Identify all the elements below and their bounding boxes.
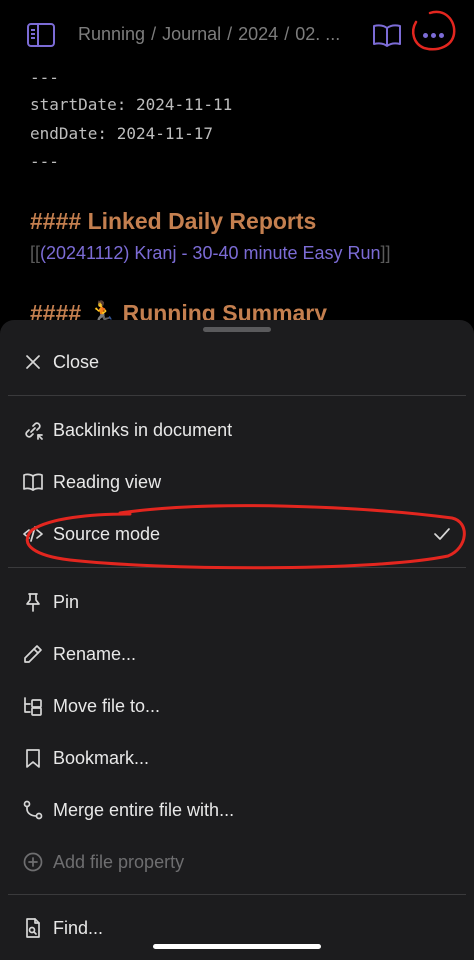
link-brackets: ]] — [380, 243, 391, 263]
menu-item-rename[interactable]: Rename... — [0, 628, 474, 680]
menu-item-reading-view[interactable]: Reading view — [0, 456, 474, 508]
folder-tree-icon — [24, 697, 42, 716]
menu-item-add-property[interactable]: Add file property — [0, 836, 474, 888]
menu-label: Move file to... — [53, 695, 161, 716]
more-horizontal-icon[interactable] — [418, 20, 448, 50]
breadcrumb-item[interactable]: 02. ... — [295, 24, 340, 44]
menu-label: Pin — [53, 591, 80, 612]
close-button[interactable]: Close — [0, 336, 474, 388]
menu-divider — [8, 567, 466, 568]
book-open-icon — [23, 473, 43, 491]
menu-item-bookmark[interactable]: Bookmark... — [0, 732, 474, 784]
close-icon — [26, 355, 40, 369]
git-merge-icon — [23, 800, 43, 820]
menu-item-backlinks[interactable]: Backlinks in document — [0, 404, 474, 456]
frontmatter-delimiter: --- — [30, 68, 59, 87]
menu-label: Reading view — [53, 471, 162, 492]
pencil-icon — [24, 645, 42, 663]
backlinks-icon — [25, 422, 43, 440]
frontmatter-start-date: startDate: 2024-11-11 — [30, 95, 233, 114]
breadcrumb[interactable]: Running / Journal/2024/02. ... — [78, 24, 353, 45]
screen: Running / Journal/2024/02. ... --- startDa… — [0, 0, 474, 960]
frontmatter-delimiter: --- — [30, 152, 59, 171]
book-open-icon[interactable] — [372, 22, 402, 48]
menu-item-source-mode[interactable]: Source mode — [0, 508, 474, 560]
link-text[interactable]: (20241112) Kranj - 30-40 minute Easy Run — [40, 243, 381, 263]
heading-linked-daily-reports: #### Linked Daily Reports — [30, 208, 316, 235]
pin-icon — [26, 593, 40, 612]
menu-item-merge[interactable]: Merge entire file with... — [0, 784, 474, 836]
breadcrumb-separator: / — [151, 24, 157, 44]
code-icon — [23, 526, 43, 542]
menu-label: Close — [53, 351, 100, 372]
frontmatter-end-date: endDate: 2024-11-17 — [30, 124, 214, 143]
more-dot — [423, 33, 428, 38]
link-brackets: [[ — [30, 243, 41, 263]
menu-label: Merge entire file with... — [53, 799, 235, 820]
menu-label: Add file property — [53, 851, 185, 872]
breadcrumb-item[interactable]: Journal — [162, 24, 221, 44]
more-dot — [439, 33, 444, 38]
menu-item-pin[interactable]: Pin — [0, 576, 474, 628]
heading-text: Linked Daily Reports — [87, 208, 317, 234]
menu-divider — [8, 894, 466, 895]
breadcrumb-item[interactable]: 2024 — [238, 24, 278, 44]
breadcrumb-separator: / — [284, 24, 290, 44]
menu-label: Backlinks in document — [53, 419, 233, 440]
home-indicator — [153, 944, 321, 949]
bookmark-icon — [26, 749, 40, 768]
checkmark-icon — [434, 528, 450, 540]
file-options-sheet: Close Backlinks in document Reading view — [0, 320, 474, 960]
sidebar-toggle-icon[interactable] — [26, 22, 56, 48]
more-dot — [431, 33, 436, 38]
file-search-icon — [26, 918, 40, 938]
menu-label: Rename... — [53, 643, 137, 664]
internal-link[interactable]: [[(20241112) Kranj - 30-40 minute Easy R… — [30, 243, 391, 264]
menu-divider — [8, 395, 466, 396]
menu-label: Find... — [53, 917, 104, 938]
sheet-grabber[interactable] — [203, 327, 271, 332]
menu-item-move-file[interactable]: Move file to... — [0, 680, 474, 732]
breadcrumb-separator: / — [227, 24, 233, 44]
menu-label: Bookmark... — [53, 747, 150, 768]
breadcrumb-item[interactable]: Running — [78, 24, 145, 44]
plus-circle-icon — [23, 852, 43, 872]
menu-label: Source mode — [53, 523, 161, 544]
heading-hashes: #### — [30, 208, 82, 234]
top-bar: Running / Journal/2024/02. ... — [0, 0, 474, 70]
